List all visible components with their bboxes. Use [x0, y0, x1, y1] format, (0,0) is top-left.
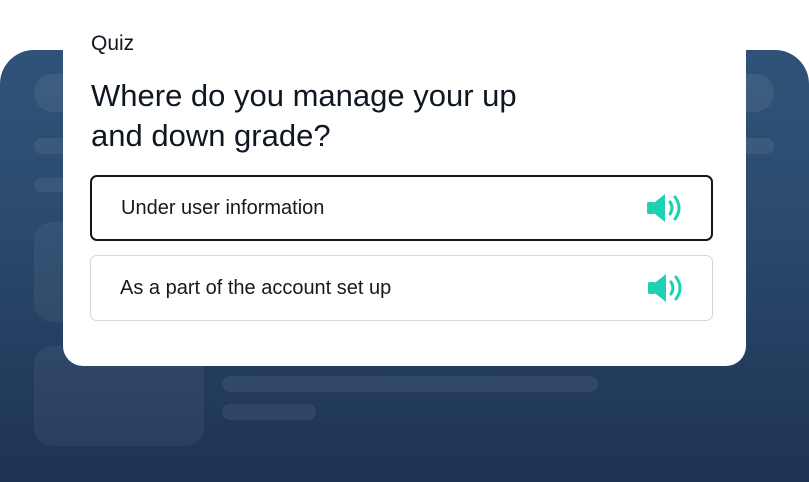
speaker-icon[interactable]	[645, 191, 687, 225]
quiz-label: Quiz	[91, 32, 135, 55]
speaker-icon[interactable]	[646, 271, 688, 305]
question-line: Where do you manage your up	[91, 78, 517, 113]
answer-option-label: Under user information	[121, 196, 325, 219]
quiz-question: Where do you manage your up and down gra…	[91, 76, 611, 156]
quiz-card: Quiz Where do you manage your up and dow…	[63, 0, 746, 366]
background-placeholder	[222, 404, 316, 420]
quiz-screen: Quiz Where do you manage your up and dow…	[0, 0, 809, 482]
answer-option-label: As a part of the account set up	[120, 276, 392, 299]
background-placeholder	[222, 376, 598, 392]
question-line: and down grade?	[91, 118, 331, 153]
answer-option-2[interactable]: As a part of the account set up	[90, 255, 713, 321]
answer-option-1[interactable]: Under user information	[90, 175, 713, 241]
